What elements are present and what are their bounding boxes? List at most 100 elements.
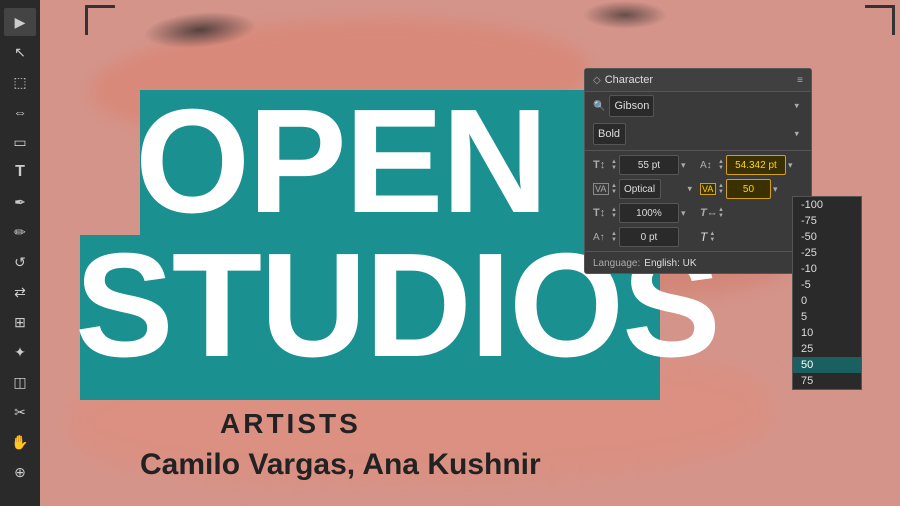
language-value[interactable]: English: UK (644, 258, 696, 269)
tracking-option--75[interactable]: -75 (793, 213, 861, 229)
eyedropper-tool[interactable]: ✦ (4, 338, 36, 366)
reflect-tool[interactable]: ⇄ (4, 278, 36, 306)
italic-group: T ▲ ▼ (700, 230, 803, 244)
zoom-tool[interactable]: ⊕ (4, 458, 36, 486)
leading-spinners[interactable]: ▲ ▼ (718, 159, 724, 171)
hand-tool[interactable]: ✋ (4, 428, 36, 456)
tracking-option-25[interactable]: 25 (793, 341, 861, 357)
panel-header: ◇ Character ≡ (585, 69, 811, 92)
tracking-option--5[interactable]: -5 (793, 277, 861, 293)
size-leading-row: T↕ ▲ ▼ ▾ A↕ ▲ ▼ ▾ (585, 153, 811, 177)
panel-menu-icon[interactable]: ≡ (797, 75, 803, 86)
leading-dropdown[interactable]: ▾ (788, 160, 793, 171)
vscale-dropdown[interactable]: ▾ (681, 208, 686, 219)
tracking-option-50[interactable]: 50 (793, 357, 861, 373)
kerning-down[interactable]: ▼ (611, 189, 617, 195)
font-size-spinners[interactable]: ▲ ▼ (611, 159, 617, 171)
hscale-down[interactable]: ▼ (718, 213, 724, 219)
panel-title: ◇ Character (593, 74, 653, 86)
horiz-scale-group: T⇔ ▲ ▼ (700, 207, 803, 219)
pen-tool[interactable]: ✒ (4, 188, 36, 216)
vscale-spinners[interactable]: ▲ ▼ (611, 207, 617, 219)
font-size-dropdown[interactable]: ▾ (681, 160, 686, 171)
italic-spinners[interactable]: ▲ ▼ (709, 231, 715, 243)
tracking-input[interactable] (726, 179, 771, 199)
baseline-icon: A↑ (593, 232, 609, 243)
hscale-spinners[interactable]: ▲ ▼ (718, 207, 724, 219)
tracking-option--25[interactable]: -25 (793, 245, 861, 261)
rotate-tool[interactable]: ↺ (4, 248, 36, 276)
gradient-tool[interactable]: ◫ (4, 368, 36, 396)
direct-selection-tool[interactable]: ↖ (4, 38, 36, 66)
tracking-option-0[interactable]: 0 (793, 293, 861, 309)
font-style-wrapper: Bold (593, 123, 803, 145)
panel-title-icon: ◇ (593, 75, 601, 86)
font-family-select[interactable]: Gibson (609, 95, 654, 117)
search-icon: 🔍 (593, 101, 605, 112)
splatter-decoration-2 (550, 0, 700, 40)
vertical-scale-input[interactable] (619, 203, 679, 223)
kerning-spinners[interactable]: ▲ ▼ (611, 183, 617, 195)
tracking-down[interactable]: ▼ (718, 189, 724, 195)
artboard-tool[interactable]: ⬚ (4, 68, 36, 96)
horiz-scale-icon: T⇔ (700, 207, 716, 219)
font-style-select[interactable]: Bold (593, 123, 626, 145)
tracking-option-5[interactable]: 5 (793, 309, 861, 325)
text-open[interactable]: OPEN (135, 88, 546, 236)
divider-1 (585, 150, 811, 151)
vertical-scale-icon: T↕ (593, 207, 609, 219)
character-panel: ◇ Character ≡ 🔍 Gibson Bold T↕ ▲ ▼ (584, 68, 812, 274)
vertical-scale-group: T↕ ▲ ▼ ▾ (593, 203, 696, 223)
font-family-row: 🔍 Gibson (585, 92, 811, 120)
tracking-spinners[interactable]: ▲ ▼ (718, 183, 724, 195)
leading-down[interactable]: ▼ (718, 165, 724, 171)
tracking-option-75[interactable]: 75 (793, 373, 861, 389)
type-tool[interactable]: T (4, 158, 36, 186)
kerning-wrapper: Optical Auto 0 (619, 179, 696, 199)
font-style-row: Bold (585, 120, 811, 148)
font-size-input[interactable] (619, 155, 679, 175)
brush-tool[interactable]: ✏ (4, 218, 36, 246)
language-row: Language: English: UK (585, 254, 811, 273)
selection-tool[interactable]: ▶ (4, 8, 36, 36)
tracking-dropdown[interactable]: ▾ (773, 184, 778, 195)
kerning-icon: VA (593, 183, 609, 195)
divider-2 (585, 251, 811, 252)
baseline-input[interactable] (619, 227, 679, 247)
transform-tool[interactable]: ⇔ (4, 98, 36, 126)
font-family-wrapper: Gibson (609, 95, 803, 117)
tracking-option--50[interactable]: -50 (793, 229, 861, 245)
baseline-row: A↑ ▲ ▼ T ▲ ▼ (585, 225, 811, 249)
corner-bracket-tl (85, 5, 115, 35)
leading-icon: A↕ (700, 160, 716, 171)
font-size-icon: T↕ (593, 159, 609, 171)
shape-tool[interactable]: ▭ (4, 128, 36, 156)
scissors-tool[interactable]: ✂ (4, 398, 36, 426)
kern-tracking-row: VA ▲ ▼ Optical Auto 0 VA ▲ ▼ ▾ (585, 177, 811, 201)
text-names[interactable]: Camilo Vargas, Ana Kushnir (140, 448, 541, 482)
baseline-group: A↑ ▲ ▼ (593, 227, 696, 247)
tracking-option--10[interactable]: -10 (793, 261, 861, 277)
toolbar: ▶ ↖ ⬚ ⇔ ▭ T ✒ ✏ ↺ ⇄ ⊞ ✦ ◫ ✂ ✋ ⊕ (0, 0, 40, 506)
kerning-select[interactable]: Optical Auto 0 (619, 179, 661, 199)
panel-title-text: Character (605, 74, 653, 86)
font-size-group: T↕ ▲ ▼ ▾ (593, 155, 696, 175)
leading-input[interactable] (726, 155, 786, 175)
italic-icon: T (700, 230, 707, 244)
italic-down[interactable]: ▼ (709, 237, 715, 243)
baseline-down[interactable]: ▼ (611, 237, 617, 243)
text-artists[interactable]: ARTISTS (220, 408, 361, 440)
vscale-down[interactable]: ▼ (611, 213, 617, 219)
tracking-icon: VA (700, 183, 716, 195)
tracking-dropdown-menu: -100 -75 -50 -25 -10 -5 0 5 10 25 50 75 (792, 196, 862, 390)
language-label: Language: (593, 258, 640, 269)
envelope-tool[interactable]: ⊞ (4, 308, 36, 336)
tracking-option-10[interactable]: 10 (793, 325, 861, 341)
leading-group: A↕ ▲ ▼ ▾ (700, 155, 803, 175)
baseline-spinners[interactable]: ▲ ▼ (611, 231, 617, 243)
scale-row: T↕ ▲ ▼ ▾ T⇔ ▲ ▼ (585, 201, 811, 225)
tracking-option--100[interactable]: -100 (793, 197, 861, 213)
kerning-group: VA ▲ ▼ Optical Auto 0 (593, 179, 696, 199)
tracking-group: VA ▲ ▼ ▾ (700, 179, 803, 199)
font-size-down[interactable]: ▼ (611, 165, 617, 171)
